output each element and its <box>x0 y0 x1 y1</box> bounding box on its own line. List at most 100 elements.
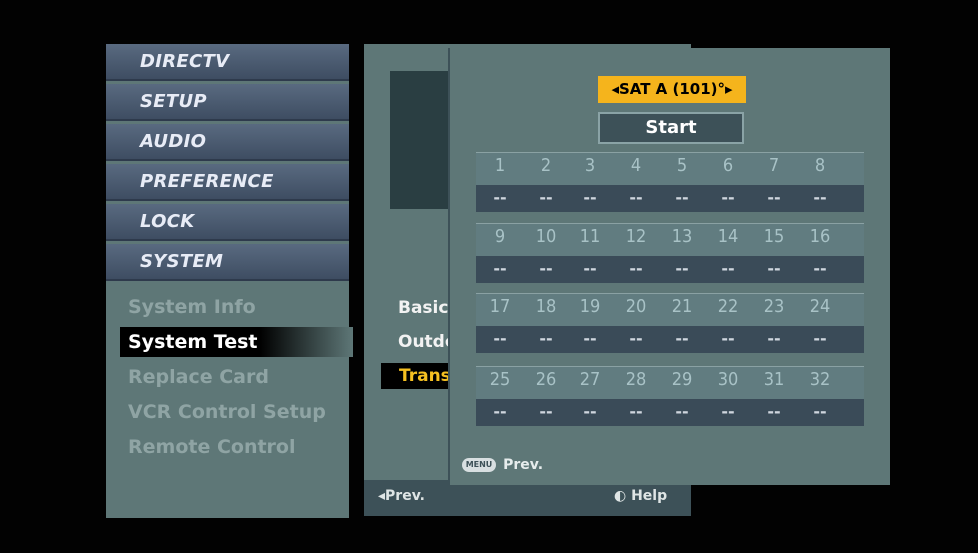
transponder-signal-value: -- <box>583 188 597 207</box>
transponder-number: 22 <box>717 296 739 317</box>
transponder-signal-value: -- <box>767 329 781 348</box>
transponder-number: 26 <box>535 369 557 390</box>
start-button[interactable]: Start <box>598 112 744 144</box>
submenu-item-system-info[interactable]: System Info <box>128 292 256 322</box>
transponder-signal-value: -- <box>675 259 689 278</box>
help-icon: ◐ <box>614 488 627 504</box>
transponder-number: 9 <box>494 226 506 247</box>
menu-tab-lock[interactable]: LOCK <box>106 204 349 241</box>
transponder-number: 11 <box>579 226 601 247</box>
transponder-number-row: 17 18 19 20 21 22 23 24 <box>476 293 864 326</box>
transponder-number: 15 <box>763 226 785 247</box>
submenu-item-system-test[interactable]: System Test <box>120 327 353 357</box>
transponder-number: 14 <box>717 226 739 247</box>
submenu-item-vcr-control-setup[interactable]: VCR Control Setup <box>128 397 326 427</box>
transponder-number: 17 <box>489 296 511 317</box>
menu-tab-setup[interactable]: SETUP <box>106 84 349 121</box>
panel-footer: ◂Prev. ◐ Help <box>364 480 691 516</box>
transponder-number: 24 <box>809 296 831 317</box>
transponder-signal-value: -- <box>813 329 827 348</box>
transponder-number: 30 <box>717 369 739 390</box>
transponder-signal-value: -- <box>539 402 553 421</box>
transponder-number: 21 <box>671 296 693 317</box>
transponder-signal-value: -- <box>813 402 827 421</box>
transponder-signal-value: -- <box>629 259 643 278</box>
transponder-number: 8 <box>814 155 826 176</box>
transponder-dialog: ◂SAT A (101)°▸ Start 1 2 3 4 5 6 7 8 -- -- -- -- -- -… <box>450 48 890 485</box>
transponder-value-row: -- -- -- -- -- -- -- -- <box>476 256 864 283</box>
transponder-signal-value: -- <box>675 329 689 348</box>
transponder-signal-value: -- <box>721 259 735 278</box>
transponder-signal-value: -- <box>675 402 689 421</box>
transponder-block: 9 10 11 12 13 14 15 16 -- -- -- -- -- -- -- -- <box>476 223 864 283</box>
transponder-value-row: -- -- -- -- -- -- -- -- <box>476 399 864 426</box>
menu-tab-preference[interactable]: PREFERENCE <box>106 164 349 201</box>
transponder-signal-value: -- <box>767 259 781 278</box>
transponder-number: 2 <box>540 155 552 176</box>
dialog-footer: MENU Prev. <box>462 454 543 474</box>
transponder-number: 4 <box>630 155 642 176</box>
menu-tab-directv[interactable]: DIRECTV <box>106 44 349 81</box>
menu-key-icon: MENU <box>462 457 496 472</box>
transponder-number: 3 <box>584 155 596 176</box>
transponder-number: 20 <box>625 296 647 317</box>
transponder-number: 12 <box>625 226 647 247</box>
transponder-signal-value: -- <box>629 402 643 421</box>
transponder-number: 7 <box>768 155 780 176</box>
transponder-signal-value: -- <box>539 259 553 278</box>
transponder-number: 27 <box>579 369 601 390</box>
menu-tab-system[interactable]: SYSTEM <box>106 244 349 281</box>
transponder-signal-value: -- <box>629 329 643 348</box>
transponder-number: 13 <box>671 226 693 247</box>
transponder-signal-value: -- <box>493 402 507 421</box>
transponder-number: 18 <box>535 296 557 317</box>
transponder-number: 31 <box>763 369 785 390</box>
transponder-signal-value: -- <box>493 329 507 348</box>
transponder-signal-value: -- <box>493 188 507 207</box>
transponder-number: 10 <box>535 226 557 247</box>
main-menu-panel: DIRECTV SETUP AUDIO PREFERENCE LOCK SYST… <box>106 44 353 518</box>
test-item-basic[interactable]: Basic <box>398 295 448 321</box>
transponder-signal-value: -- <box>721 402 735 421</box>
transponder-block: 1 2 3 4 5 6 7 8 -- -- -- -- -- -- -- -- <box>476 152 864 212</box>
transponder-number: 29 <box>671 369 693 390</box>
transponder-number: 28 <box>625 369 647 390</box>
transponder-signal-value: -- <box>813 259 827 278</box>
test-item-outdoor[interactable]: Outdo <box>398 329 457 355</box>
menu-tab-audio[interactable]: AUDIO <box>106 124 349 161</box>
tv-screen: DIRECTV SETUP AUDIO PREFERENCE LOCK SYST… <box>0 0 978 553</box>
transponder-signal-value: -- <box>767 402 781 421</box>
transponder-signal-value: -- <box>493 259 507 278</box>
transponder-signal-value: -- <box>583 402 597 421</box>
transponder-number-row: 9 10 11 12 13 14 15 16 <box>476 223 864 256</box>
transponder-block: 17 18 19 20 21 22 23 24 -- -- -- -- -- -- -- -- <box>476 293 864 353</box>
transponder-signal-value: -- <box>583 329 597 348</box>
transponder-signal-value: -- <box>813 188 827 207</box>
transponder-number: 1 <box>494 155 506 176</box>
transponder-signal-value: -- <box>539 188 553 207</box>
transponder-number: 23 <box>763 296 785 317</box>
transponder-number: 32 <box>809 369 831 390</box>
transponder-signal-value: -- <box>629 188 643 207</box>
submenu-item-remote-control[interactable]: Remote Control <box>128 432 296 462</box>
transponder-number-row: 1 2 3 4 5 6 7 8 <box>476 152 864 185</box>
transponder-block: 25 26 27 28 29 30 31 32 -- -- -- -- -- -- -- -- <box>476 366 864 426</box>
prev-hint[interactable]: ◂Prev. <box>378 488 425 504</box>
transponder-signal-value: -- <box>767 188 781 207</box>
help-hint[interactable]: ◐ Help <box>614 488 667 504</box>
transponder-signal-value: -- <box>675 188 689 207</box>
submenu-item-replace-card[interactable]: Replace Card <box>128 362 269 392</box>
transponder-number: 25 <box>489 369 511 390</box>
transponder-signal-value: -- <box>583 259 597 278</box>
transponder-number: 6 <box>722 155 734 176</box>
transponder-signal-value: -- <box>539 329 553 348</box>
transponder-number: 16 <box>809 226 831 247</box>
transponder-number: 5 <box>676 155 688 176</box>
transponder-number-row: 25 26 27 28 29 30 31 32 <box>476 366 864 399</box>
transponder-signal-value: -- <box>721 188 735 207</box>
transponder-value-row: -- -- -- -- -- -- -- -- <box>476 185 864 212</box>
transponder-signal-value: -- <box>721 329 735 348</box>
transponder-value-row: -- -- -- -- -- -- -- -- <box>476 326 864 353</box>
satellite-selector[interactable]: ◂SAT A (101)°▸ <box>598 76 746 103</box>
dialog-prev-hint[interactable]: Prev. <box>503 457 543 473</box>
